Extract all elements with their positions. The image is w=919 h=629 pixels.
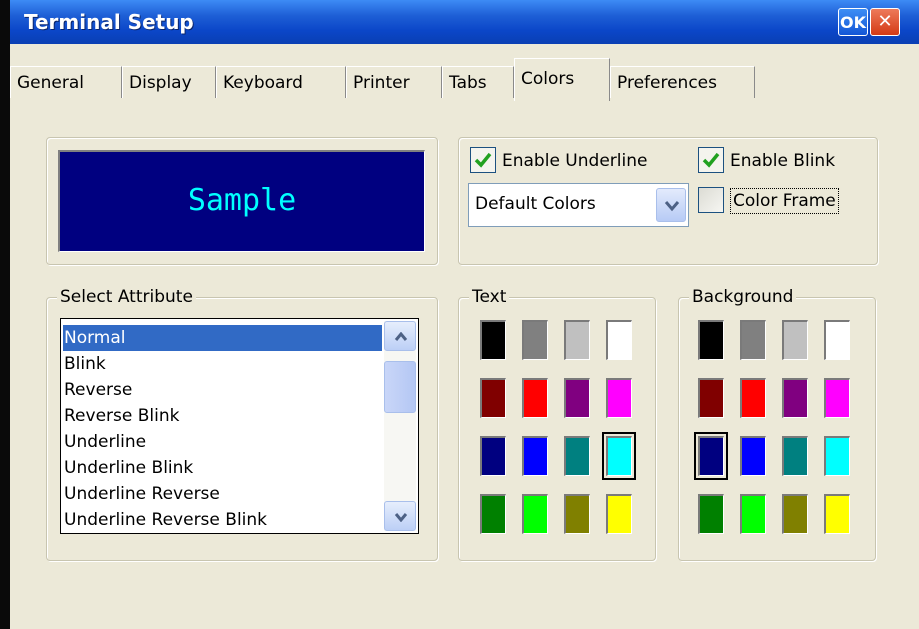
text-color-swatch[interactable] <box>522 436 548 476</box>
enable-blink-label: Enable Blink <box>730 151 836 171</box>
chevron-down-icon <box>664 201 680 212</box>
list-item[interactable]: Underline Reverse Blink <box>63 507 382 533</box>
checkmark-icon <box>702 152 720 168</box>
text-color-swatch[interactable] <box>606 320 632 360</box>
text-color-swatch[interactable] <box>480 494 506 534</box>
text-color-swatch[interactable] <box>564 378 590 418</box>
text-color-swatch[interactable] <box>606 378 632 418</box>
attribute-listbox[interactable]: Normal Blink Reverse Reverse Blink Under… <box>60 318 419 534</box>
background-color-swatch[interactable] <box>782 320 808 360</box>
background-color-swatch[interactable] <box>782 378 808 418</box>
background-color-swatch[interactable] <box>824 494 850 534</box>
list-item[interactable]: Reverse <box>63 377 382 403</box>
checkbox-box <box>470 147 496 173</box>
scroll-down-button[interactable] <box>384 501 416 531</box>
tab-preferences[interactable]: Preferences <box>610 66 755 98</box>
list-item[interactable]: Underline Blink <box>63 455 382 481</box>
text-color-swatch[interactable] <box>564 436 590 476</box>
tab-printer[interactable]: Printer <box>346 66 442 98</box>
text-color-swatch[interactable] <box>564 320 590 360</box>
window-title: Terminal Setup <box>24 10 194 34</box>
list-item[interactable]: Reverse Blink <box>63 403 382 429</box>
chevron-up-icon <box>394 332 408 341</box>
title-bar: Terminal Setup OK ✕ <box>10 0 919 44</box>
color-frame-label: Color Frame <box>730 188 839 214</box>
checkbox-box <box>698 147 724 173</box>
ok-button[interactable]: OK <box>838 8 868 36</box>
background-color-swatch[interactable] <box>740 494 766 534</box>
text-color-swatch[interactable] <box>522 320 548 360</box>
tab-colors[interactable]: Colors <box>514 58 610 101</box>
sample-preview: Sample <box>58 150 425 252</box>
text-color-swatch[interactable] <box>480 436 506 476</box>
tab-tabs[interactable]: Tabs <box>442 66 514 98</box>
text-color-swatch[interactable] <box>522 494 548 534</box>
tab-keyboard[interactable]: Keyboard <box>216 66 346 98</box>
tab-display[interactable]: Display <box>122 66 216 98</box>
text-color-swatch[interactable] <box>606 494 632 534</box>
color-scheme-value: Default Colors <box>475 194 596 214</box>
text-color-swatch[interactable] <box>564 494 590 534</box>
chevron-down-icon <box>394 513 408 522</box>
background-color-swatch[interactable] <box>694 432 728 480</box>
background-color-swatch[interactable] <box>824 378 850 418</box>
scroll-up-button[interactable] <box>384 321 416 351</box>
text-color-swatch[interactable] <box>522 378 548 418</box>
checkbox-box <box>698 187 724 213</box>
list-item[interactable]: Normal <box>63 325 382 351</box>
scroll-thumb[interactable] <box>384 361 416 413</box>
background-color-swatch[interactable] <box>740 320 766 360</box>
enable-underline-label: Enable Underline <box>502 151 648 171</box>
background-color-swatch[interactable] <box>782 494 808 534</box>
list-scrollbar[interactable] <box>384 321 416 531</box>
background-color-swatch[interactable] <box>740 436 766 476</box>
background-colors-label: Background <box>689 286 797 308</box>
background-color-swatch[interactable] <box>824 436 850 476</box>
list-item[interactable]: Blink <box>63 351 382 377</box>
background-color-swatch[interactable] <box>740 378 766 418</box>
text-color-swatch[interactable] <box>480 378 506 418</box>
background-color-swatch[interactable] <box>698 494 724 534</box>
window-frame-left <box>0 0 10 629</box>
list-item[interactable]: Underline Reverse <box>63 481 382 507</box>
text-colors-label: Text <box>469 286 510 308</box>
background-color-swatch[interactable] <box>698 378 724 418</box>
checkmark-icon <box>474 152 492 168</box>
tab-strip: General Display Keyboard Printer Tabs Co… <box>10 58 919 104</box>
close-button[interactable]: ✕ <box>870 8 900 36</box>
dropdown-button[interactable] <box>656 188 686 222</box>
text-color-swatch[interactable] <box>480 320 506 360</box>
background-color-swatch[interactable] <box>698 320 724 360</box>
select-attribute-label: Select Attribute <box>57 286 196 308</box>
text-color-swatch[interactable] <box>602 432 636 480</box>
color-scheme-dropdown[interactable]: Default Colors <box>468 183 689 227</box>
list-item[interactable]: Underline <box>63 429 382 455</box>
background-color-swatch[interactable] <box>782 436 808 476</box>
background-color-swatch[interactable] <box>824 320 850 360</box>
tab-general[interactable]: General <box>10 66 122 98</box>
